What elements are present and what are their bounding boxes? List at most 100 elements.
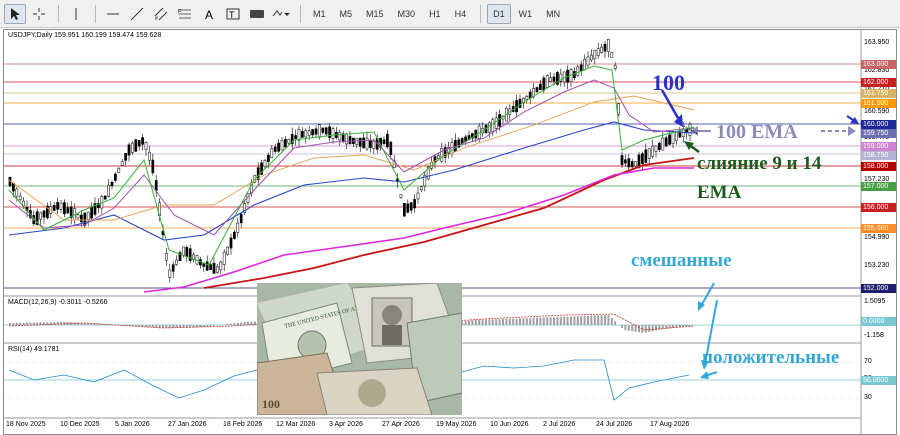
macd-bar xyxy=(216,325,219,326)
candle-body xyxy=(307,130,311,136)
macd-bar xyxy=(644,325,647,333)
channel-icon[interactable]: # xyxy=(150,4,172,24)
ema-200-line xyxy=(203,157,695,289)
date-axis-label: 24 Jul 2026 xyxy=(596,421,633,428)
candle-body xyxy=(321,127,325,133)
macd-bar xyxy=(542,317,545,325)
candle-body xyxy=(56,202,59,210)
shapes-dropdown-icon[interactable] xyxy=(270,4,292,24)
toolbar-separator xyxy=(300,4,301,23)
date-axis-label: 10 Jun 2026 xyxy=(490,421,529,428)
date-axis-label: 10 Dec 2025 xyxy=(60,421,100,428)
candle-body xyxy=(137,139,141,147)
timeframe-m15[interactable]: M15 xyxy=(360,4,390,24)
timeframe-d1[interactable]: D1 xyxy=(487,3,511,24)
price-axis-label: 160.590 xyxy=(864,108,890,115)
candle-body xyxy=(182,246,185,256)
timeframe-m30[interactable]: M30 xyxy=(392,4,422,24)
crosshair-icon[interactable] xyxy=(28,4,50,24)
macd-bar xyxy=(604,315,606,325)
timeframe-h4[interactable]: H4 xyxy=(449,4,473,24)
candle-body xyxy=(348,136,352,145)
candle-body xyxy=(545,75,549,88)
candle-body xyxy=(22,200,25,206)
rsi-axis-label: 70 xyxy=(864,358,872,365)
svg-text:F: F xyxy=(178,9,181,15)
vertical-line-icon[interactable] xyxy=(65,4,87,24)
macd-bar xyxy=(236,322,239,325)
candle-body xyxy=(39,212,42,220)
candle-body xyxy=(654,145,658,152)
macd-bar xyxy=(576,316,579,325)
candle-body xyxy=(386,133,389,148)
price-tag: 0.0000 xyxy=(861,317,896,326)
text-tool-icon[interactable]: A xyxy=(198,4,220,24)
timeframe-w1[interactable]: W1 xyxy=(513,4,539,24)
candle-body xyxy=(610,52,614,58)
candle-body xyxy=(131,142,134,153)
annotation-ema-merge: слияние 9 и 14 EMA xyxy=(697,149,821,207)
annotation-positive: положительные xyxy=(702,347,840,368)
candle-body xyxy=(277,142,280,152)
macd-bar xyxy=(610,317,613,325)
candle-body xyxy=(613,65,617,70)
timeframe-buttons: M1 M5 M15 M30 H1 H4 D1 W1 MN xyxy=(307,3,568,24)
cursor-tool-icon[interactable] xyxy=(4,3,26,24)
text-label-icon[interactable]: T xyxy=(222,4,244,24)
candle-body xyxy=(107,184,110,197)
candle-body xyxy=(134,139,138,152)
candle-body xyxy=(579,64,583,72)
date-axis-label: 5 Jan 2026 xyxy=(115,421,150,428)
macd-bar xyxy=(651,325,654,332)
macd-bar xyxy=(580,316,583,325)
candle-body xyxy=(661,137,665,151)
timeframe-m5[interactable]: M5 xyxy=(334,4,359,24)
timeframe-mn[interactable]: MN xyxy=(540,4,566,24)
candle-body xyxy=(324,127,328,135)
candle-body xyxy=(539,83,542,90)
macd-bar xyxy=(495,319,498,325)
fibonacci-icon[interactable]: F xyxy=(174,4,196,24)
candle-body xyxy=(52,205,56,211)
candle-body xyxy=(372,141,376,149)
macd-bar xyxy=(627,325,630,331)
candle-body xyxy=(59,202,63,210)
macd-bar xyxy=(471,320,474,325)
macd-bar xyxy=(15,322,18,325)
candle-body xyxy=(644,149,648,163)
price-tag: 158.000 xyxy=(861,162,896,171)
candle-body xyxy=(212,262,216,274)
candle-body xyxy=(114,173,117,181)
candle-body xyxy=(603,43,607,52)
svg-text:T: T xyxy=(229,10,235,20)
macd-bar xyxy=(151,325,154,328)
macd-bar xyxy=(219,324,222,326)
candle-body xyxy=(148,151,151,161)
price-tag: 163.000 xyxy=(861,60,896,69)
candle-body xyxy=(42,210,46,218)
rectangle-icon[interactable] xyxy=(246,4,268,24)
candle-body xyxy=(154,180,158,191)
trendline-icon[interactable] xyxy=(126,4,148,24)
macd-bar xyxy=(233,323,236,325)
price-tag: 158.750 xyxy=(861,151,896,160)
candle-body xyxy=(345,133,348,145)
candle-body xyxy=(596,48,600,56)
macd-bar xyxy=(600,315,603,325)
candle-body xyxy=(76,214,80,219)
macd-bar xyxy=(485,319,487,325)
candle-body xyxy=(294,135,297,139)
date-axis-label: 2 Jul 2026 xyxy=(543,421,576,428)
candle-body xyxy=(90,206,93,219)
candle-body xyxy=(338,132,342,141)
horizontal-line-icon[interactable] xyxy=(102,4,124,24)
macd-indicator-label: MACD(12,26,9) -0.3011 -0.5266 xyxy=(8,299,108,306)
macd-bar xyxy=(481,319,484,325)
chart-window[interactable]: USDJPY,Daily 159.951 160.199 159.474 159… xyxy=(3,29,897,435)
candle-body xyxy=(586,56,590,66)
price-tag: 50.0000 xyxy=(861,376,896,385)
date-axis-label: 3 Apr 2026 xyxy=(329,421,363,428)
candle-body xyxy=(175,259,178,265)
timeframe-m1[interactable]: M1 xyxy=(307,4,332,24)
timeframe-h1[interactable]: H1 xyxy=(423,4,447,24)
